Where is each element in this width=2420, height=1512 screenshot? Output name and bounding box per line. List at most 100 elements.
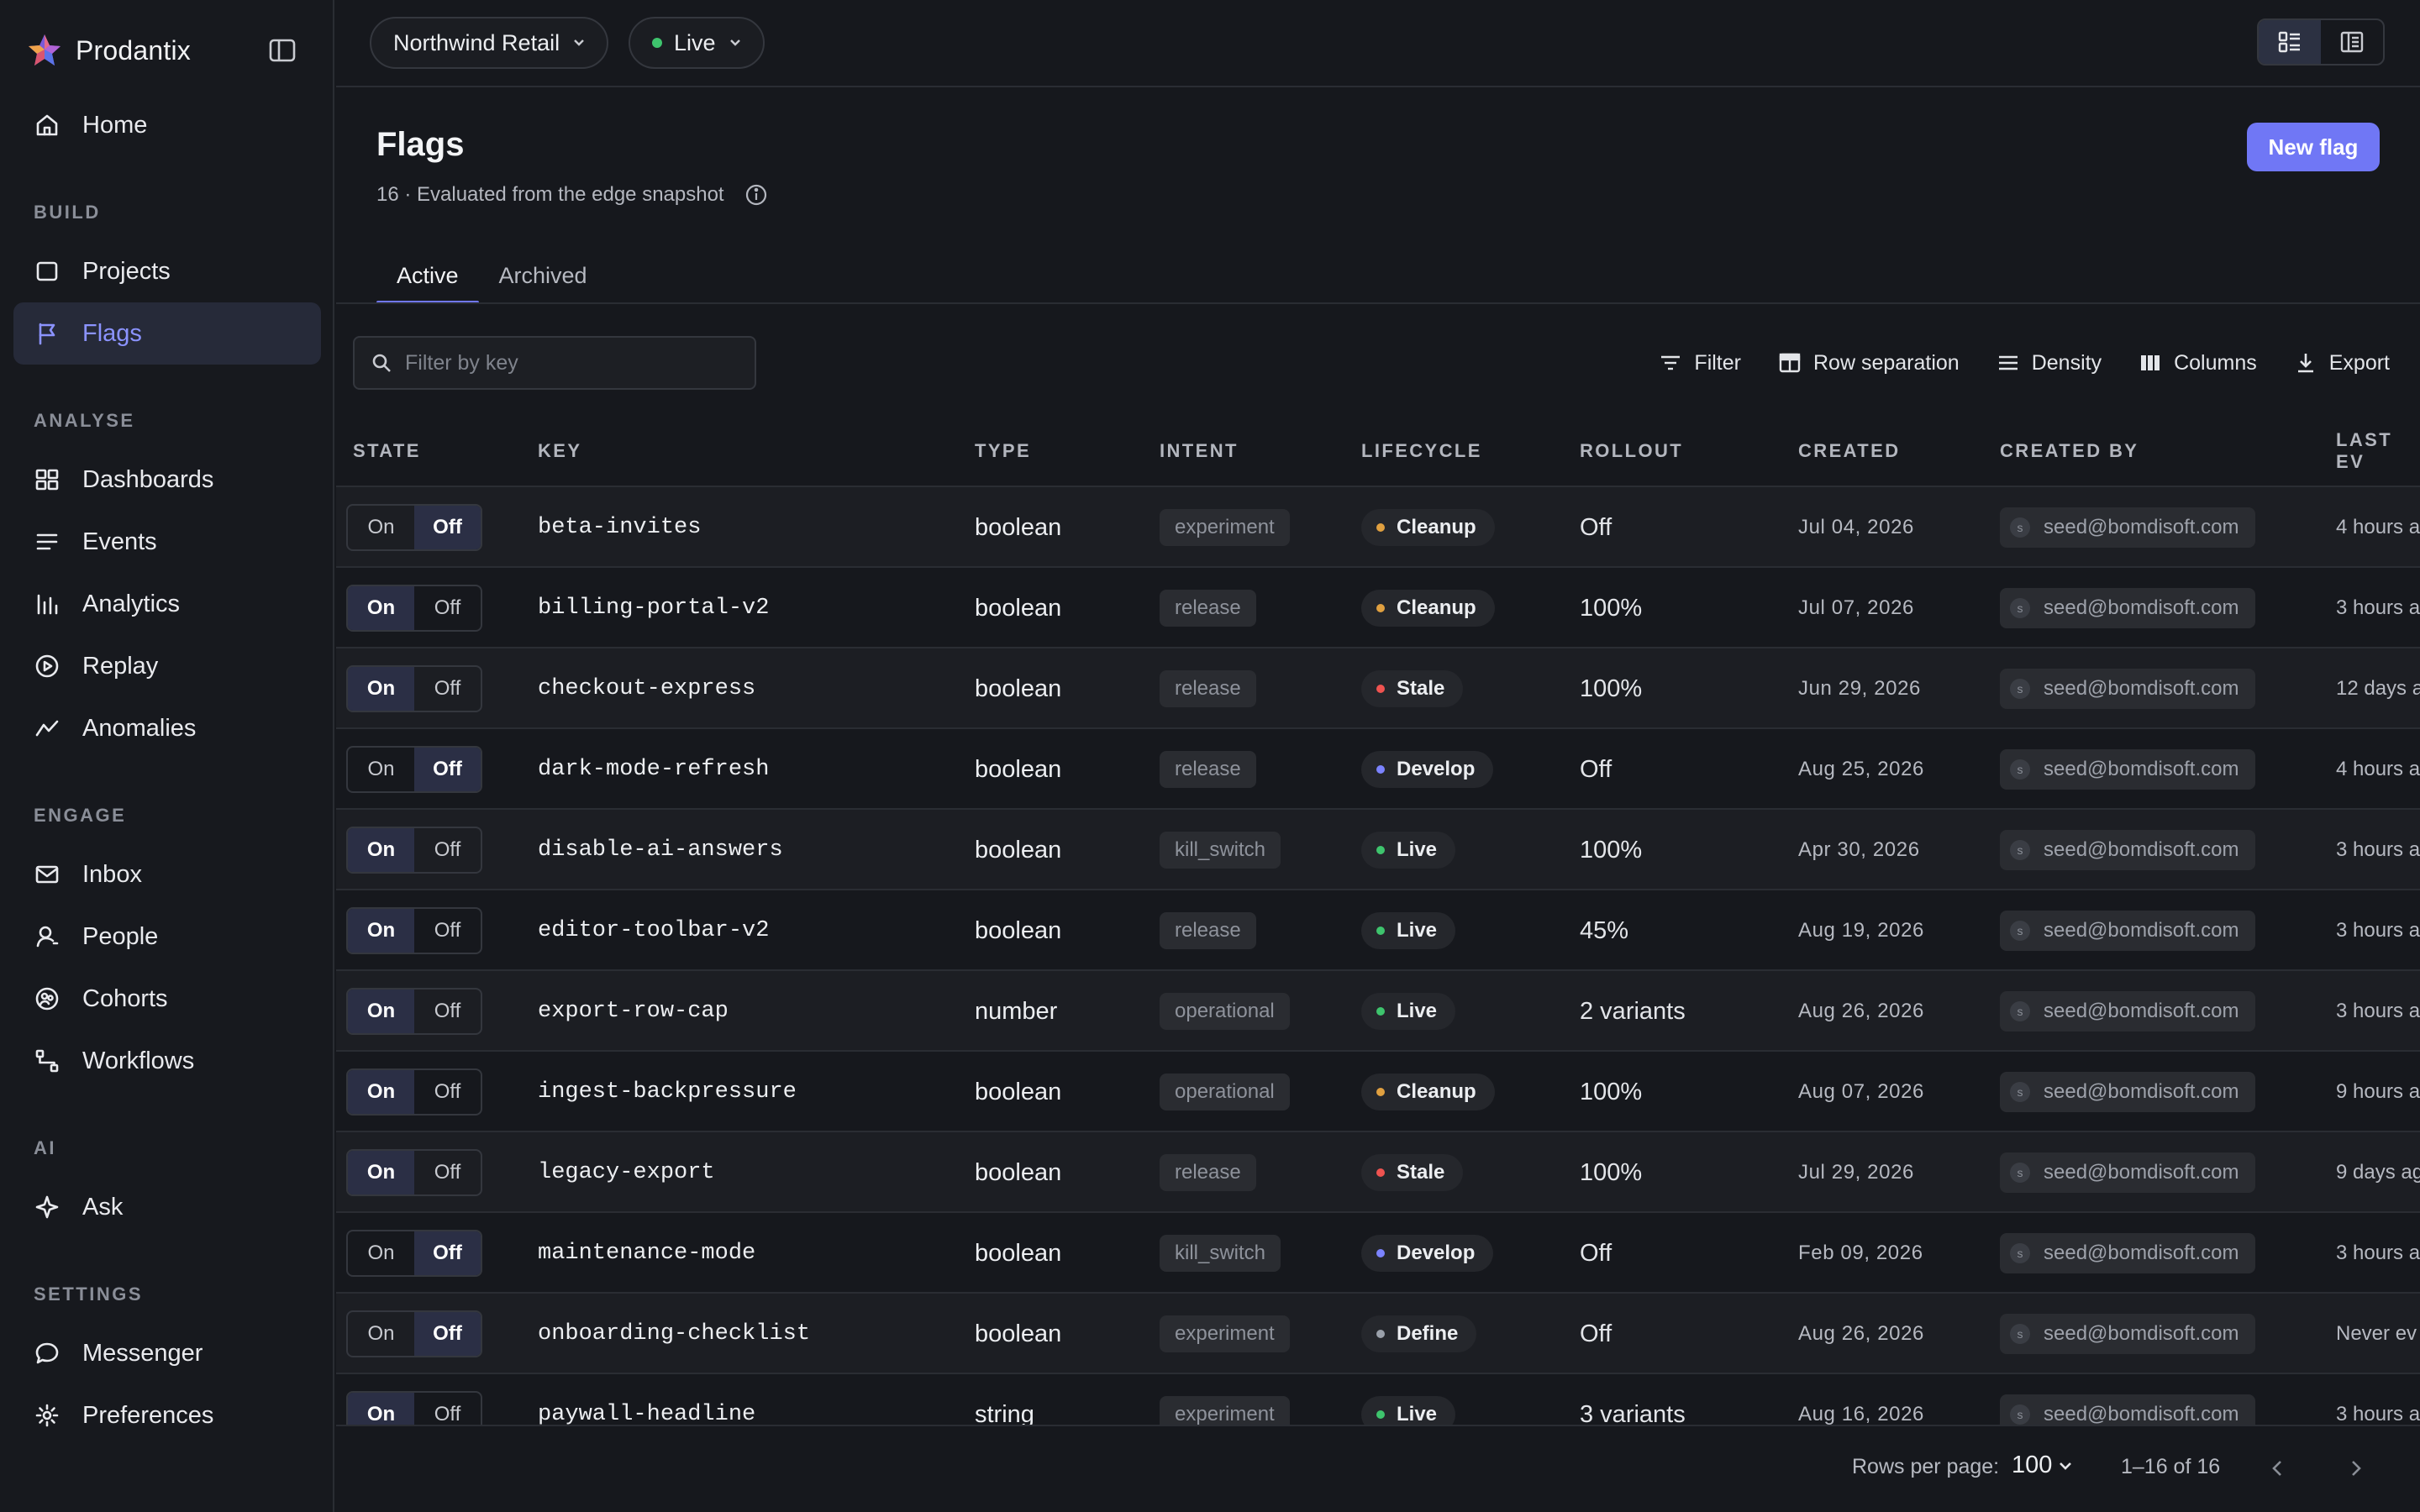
col-key[interactable]: KEY bbox=[538, 440, 581, 462]
flag-key[interactable]: checkout-express bbox=[538, 676, 755, 701]
state-on-option[interactable]: On bbox=[348, 506, 414, 549]
state-off-option[interactable]: Off bbox=[414, 586, 481, 630]
sidebar-item-preferences[interactable]: Preferences bbox=[13, 1384, 321, 1446]
flag-key[interactable]: paywall-headline bbox=[538, 1402, 755, 1425]
info-icon[interactable] bbox=[744, 183, 768, 207]
table-row[interactable]: On Off paywall-headline string experiment Liv… bbox=[336, 1374, 2420, 1425]
creator-chip[interactable]: s seed@bomdisoft.com bbox=[2000, 1233, 2256, 1273]
table-row[interactable]: On Off checkout-express boolean release Stale… bbox=[336, 648, 2420, 729]
state-toggle[interactable]: On Off bbox=[346, 585, 482, 632]
state-off-option[interactable]: Off bbox=[414, 748, 481, 791]
state-off-option[interactable]: Off bbox=[414, 828, 481, 872]
state-on-option[interactable]: On bbox=[348, 1231, 414, 1275]
new-flag-button[interactable]: New flag bbox=[2247, 123, 2380, 171]
sidebar-item-cohorts[interactable]: Cohorts bbox=[13, 968, 321, 1030]
state-on-option[interactable]: On bbox=[348, 667, 414, 711]
creator-chip[interactable]: s seed@bomdisoft.com bbox=[2000, 669, 2256, 709]
flag-key[interactable]: legacy-export bbox=[538, 1160, 715, 1185]
col-created[interactable]: CREATED bbox=[1798, 440, 1901, 462]
workspace-selector[interactable]: Northwind Retail bbox=[370, 17, 609, 69]
sidebar-item-dashboards[interactable]: Dashboards bbox=[13, 449, 321, 511]
col-created-by[interactable]: CREATED BY bbox=[2000, 440, 2139, 462]
state-on-option[interactable]: On bbox=[348, 586, 414, 630]
state-toggle[interactable]: On Off bbox=[346, 827, 482, 874]
col-last-evaluated[interactable]: LAST EV bbox=[2336, 429, 2420, 473]
state-off-option[interactable]: Off bbox=[414, 1070, 481, 1114]
col-state[interactable]: STATE bbox=[353, 440, 421, 462]
state-on-option[interactable]: On bbox=[348, 1393, 414, 1425]
tab-active[interactable]: Active bbox=[376, 249, 479, 304]
state-on-option[interactable]: On bbox=[348, 1070, 414, 1114]
state-off-option[interactable]: Off bbox=[414, 1393, 481, 1425]
prev-page-icon[interactable] bbox=[2260, 1452, 2294, 1485]
creator-chip[interactable]: s seed@bomdisoft.com bbox=[2000, 991, 2256, 1032]
state-on-option[interactable]: On bbox=[348, 1312, 414, 1356]
sidebar-item-replay[interactable]: Replay bbox=[13, 635, 321, 697]
flag-key[interactable]: beta-invites bbox=[538, 515, 701, 540]
flag-key[interactable]: onboarding-checklist bbox=[538, 1321, 810, 1347]
tab-archived[interactable]: Archived bbox=[479, 249, 608, 302]
columns-button[interactable]: Columns bbox=[2139, 351, 2257, 375]
brand[interactable]: Prodantix bbox=[27, 32, 191, 69]
state-off-option[interactable]: Off bbox=[414, 667, 481, 711]
flag-key[interactable]: export-row-cap bbox=[538, 999, 729, 1024]
creator-chip[interactable]: s seed@bomdisoft.com bbox=[2000, 588, 2256, 628]
state-toggle[interactable]: On Off bbox=[346, 746, 482, 793]
density-button[interactable]: Density bbox=[1996, 351, 2102, 375]
rows-per-page-select[interactable]: 100 bbox=[2012, 1452, 2072, 1479]
row-separation-button[interactable]: Row separation bbox=[1778, 351, 1960, 375]
col-type[interactable]: TYPE bbox=[975, 440, 1031, 462]
state-toggle[interactable]: On Off bbox=[346, 1068, 482, 1116]
filter-by-key-input[interactable] bbox=[405, 350, 741, 375]
table-row[interactable]: On Off dark-mode-refresh boolean release Deve… bbox=[336, 729, 2420, 810]
flag-key[interactable]: dark-mode-refresh bbox=[538, 757, 769, 782]
sidebar-item-messenger[interactable]: Messenger bbox=[13, 1322, 321, 1384]
table-row[interactable]: On Off billing-portal-v2 boolean release Clea… bbox=[336, 568, 2420, 648]
col-rollout[interactable]: ROLLOUT bbox=[1580, 440, 1683, 462]
state-on-option[interactable]: On bbox=[348, 748, 414, 791]
environment-selector[interactable]: Live bbox=[629, 17, 765, 69]
sidebar-item-projects[interactable]: Projects bbox=[13, 240, 321, 302]
state-toggle[interactable]: On Off bbox=[346, 504, 482, 551]
state-off-option[interactable]: Off bbox=[414, 1231, 481, 1275]
state-on-option[interactable]: On bbox=[348, 1151, 414, 1194]
export-button[interactable]: Export bbox=[2294, 351, 2390, 375]
flag-key[interactable]: ingest-backpressure bbox=[538, 1079, 797, 1105]
sidebar-item-flags[interactable]: Flags bbox=[13, 302, 321, 365]
detail-view-icon[interactable] bbox=[2321, 20, 2383, 64]
state-toggle[interactable]: On Off bbox=[346, 1149, 482, 1196]
state-toggle[interactable]: On Off bbox=[346, 1230, 482, 1277]
state-off-option[interactable]: Off bbox=[414, 909, 481, 953]
creator-chip[interactable]: s seed@bomdisoft.com bbox=[2000, 830, 2256, 870]
creator-chip[interactable]: s seed@bomdisoft.com bbox=[2000, 1394, 2256, 1425]
state-toggle[interactable]: On Off bbox=[346, 665, 482, 712]
filter-button[interactable]: Filter bbox=[1659, 351, 1741, 375]
state-on-option[interactable]: On bbox=[348, 828, 414, 872]
state-toggle[interactable]: On Off bbox=[346, 907, 482, 954]
flag-key[interactable]: disable-ai-answers bbox=[538, 837, 783, 863]
creator-chip[interactable]: s seed@bomdisoft.com bbox=[2000, 749, 2256, 790]
col-intent[interactable]: INTENT bbox=[1160, 440, 1239, 462]
state-off-option[interactable]: Off bbox=[414, 506, 481, 549]
sidebar-item-home[interactable]: Home bbox=[13, 94, 321, 156]
col-lifecycle[interactable]: LIFECYCLE bbox=[1361, 440, 1482, 462]
table-row[interactable]: On Off ingest-backpressure boolean operation… bbox=[336, 1052, 2420, 1132]
sidebar-item-workflows[interactable]: Workflows bbox=[13, 1030, 321, 1092]
table-row[interactable]: On Off export-row-cap number operational Live… bbox=[336, 971, 2420, 1052]
state-off-option[interactable]: Off bbox=[414, 1151, 481, 1194]
sidebar-item-anomalies[interactable]: Anomalies bbox=[13, 697, 321, 759]
sidebar-item-analytics[interactable]: Analytics bbox=[13, 573, 321, 635]
state-on-option[interactable]: On bbox=[348, 909, 414, 953]
sidebar-collapse-icon[interactable] bbox=[267, 35, 297, 66]
table-row[interactable]: On Off beta-invites boolean experiment Cleanu… bbox=[336, 487, 2420, 568]
flag-key[interactable]: editor-toolbar-v2 bbox=[538, 918, 769, 943]
next-page-icon[interactable] bbox=[2339, 1452, 2373, 1485]
state-toggle[interactable]: On Off bbox=[346, 988, 482, 1035]
creator-chip[interactable]: s seed@bomdisoft.com bbox=[2000, 911, 2256, 951]
table-row[interactable]: On Off maintenance-mode boolean kill_switch D… bbox=[336, 1213, 2420, 1294]
sidebar-item-ask[interactable]: Ask bbox=[13, 1176, 321, 1238]
table-row[interactable]: On Off disable-ai-answers boolean kill_switc… bbox=[336, 810, 2420, 890]
creator-chip[interactable]: s seed@bomdisoft.com bbox=[2000, 1072, 2256, 1112]
flag-key[interactable]: billing-portal-v2 bbox=[538, 596, 769, 621]
state-off-option[interactable]: Off bbox=[414, 990, 481, 1033]
